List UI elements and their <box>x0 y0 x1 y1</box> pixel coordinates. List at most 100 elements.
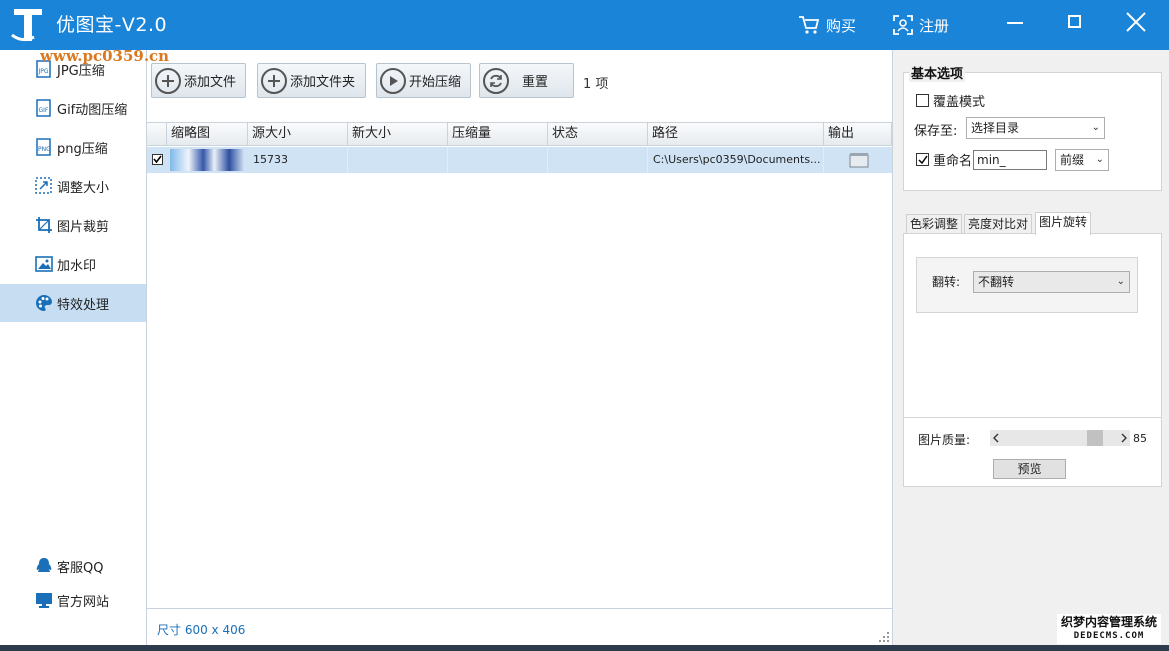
close-icon <box>1126 12 1146 32</box>
flip-select[interactable]: 不翻转 ⌄ <box>973 271 1130 293</box>
flip-box: 翻转: 不翻转 ⌄ <box>916 257 1138 313</box>
overwrite-label: 覆盖模式 <box>933 95 986 110</box>
sidebar-item-qq[interactable]: 客服QQ <box>0 547 146 585</box>
table-row[interactable]: 15733 C:\Users\pc0359\Documents... <box>147 147 892 173</box>
plus-icon <box>155 67 181 94</box>
sidebar-item-website[interactable]: 官方网站 <box>0 581 146 619</box>
svg-text:GIF: GIF <box>39 107 49 114</box>
svg-text:JPG: JPG <box>38 68 49 75</box>
cell-new-size <box>348 147 448 173</box>
tab-color[interactable]: 色彩调整 <box>906 214 963 234</box>
corner-watermark: 织梦内容管理系统 DEDECMS.COM <box>1057 614 1161 644</box>
monitor-icon <box>35 591 53 609</box>
sidebar-item-crop[interactable]: 图片裁剪 <box>0 206 146 244</box>
svg-text:PNG: PNG <box>38 146 51 153</box>
preview-button[interactable]: 预览 <box>993 459 1066 479</box>
col-compression[interactable]: 压缩量 <box>448 123 548 146</box>
start-compress-label: 开始压缩 <box>409 75 462 90</box>
sidebar-item-watermark[interactable]: 加水印 <box>0 245 146 283</box>
sidebar: JPG JPG压缩 GIF Gif动图压缩 PNG png压缩 调整大小 图片裁… <box>0 50 147 645</box>
col-path[interactable]: 路径 <box>648 123 824 146</box>
app-title: 优图宝-V2.0 <box>56 14 168 36</box>
file-table: 缩略图 源大小 新大小 压缩量 状态 路径 输出 15733 C:\Users\… <box>147 122 892 608</box>
rename-mode-select[interactable]: 前缀 ⌄ <box>1055 149 1109 171</box>
save-to-label: 保存至: <box>914 124 958 139</box>
qq-icon <box>35 557 53 575</box>
crop-icon <box>35 216 53 234</box>
gif-icon: GIF <box>35 99 53 117</box>
quality-value: 85 <box>1133 432 1147 445</box>
checkmark-icon <box>917 155 928 164</box>
corner-watermark-line1: 织梦内容管理系统 <box>1060 615 1157 629</box>
checkmark-icon <box>153 155 162 164</box>
add-folder-button[interactable]: 添加文件夹 <box>257 63 366 98</box>
resize-grip-icon[interactable] <box>879 632 889 642</box>
play-icon <box>380 67 406 94</box>
basic-options-title: 基本选项 <box>909 63 966 82</box>
col-thumbnail[interactable]: 缩略图 <box>167 123 248 146</box>
sidebar-item-label: Gif动图压缩 <box>57 102 128 118</box>
chevron-right-icon[interactable] <box>1120 433 1128 443</box>
register-button[interactable]: 注册 <box>893 12 949 38</box>
image-size-text: 尺寸 600 x 406 <box>157 623 246 637</box>
item-count: 1 项 <box>583 77 609 92</box>
sidebar-item-gif[interactable]: GIF Gif动图压缩 <box>0 89 146 127</box>
rename-input[interactable]: min_ <box>973 150 1047 170</box>
rename-checkbox[interactable] <box>916 153 929 166</box>
cart-icon <box>799 16 820 34</box>
cell-path: C:\Users\pc0359\Documents... <box>648 147 824 173</box>
minimize-button[interactable] <box>995 6 1035 38</box>
col-status[interactable]: 状态 <box>548 123 648 146</box>
row-checkbox[interactable] <box>152 154 163 165</box>
chevron-down-icon: ⌄ <box>1116 276 1125 287</box>
overwrite-checkbox[interactable] <box>916 94 929 107</box>
maximize-button[interactable] <box>1055 6 1095 38</box>
close-button[interactable] <box>1116 6 1156 38</box>
minimize-icon <box>1007 22 1023 24</box>
chevron-left-icon[interactable] <box>992 433 1000 443</box>
col-new-size[interactable]: 新大小 <box>348 123 448 146</box>
tab-rotate[interactable]: 图片旋转 <box>1035 212 1092 235</box>
sidebar-item-resize[interactable]: 调整大小 <box>0 167 146 205</box>
save-to-select[interactable]: 选择目录 ⌄ <box>966 117 1105 139</box>
plus-icon <box>261 67 287 94</box>
sidebar-item-label: 图片裁剪 <box>57 219 110 235</box>
col-output[interactable]: 输出 <box>824 123 892 146</box>
sidebar-item-label: 调整大小 <box>57 180 110 196</box>
status-bar: 尺寸 600 x 406 <box>147 608 892 645</box>
toolbar: 添加文件 添加文件夹 开始压缩 重置 1 项 <box>147 50 892 122</box>
cell-compression <box>448 147 548 173</box>
quality-section: 图片质量: 85 预览 <box>903 418 1162 487</box>
tab-brightness[interactable]: 亮度对比对 <box>964 214 1033 234</box>
table-header: 缩略图 源大小 新大小 压缩量 状态 路径 输出 <box>147 123 892 146</box>
rotate-tab-panel: 翻转: 不翻转 ⌄ <box>903 233 1162 418</box>
buy-label: 购买 <box>826 16 857 35</box>
sidebar-item-label: png压缩 <box>57 141 108 157</box>
start-compress-button[interactable]: 开始压缩 <box>376 63 471 98</box>
add-folder-label: 添加文件夹 <box>290 75 356 90</box>
cell-source-size: 15733 <box>248 147 348 173</box>
reset-button[interactable]: 重置 <box>479 63 574 98</box>
chevron-down-icon: ⌄ <box>1091 122 1100 133</box>
thumbnail-image <box>170 149 244 171</box>
reset-label: 重置 <box>522 75 549 90</box>
sidebar-item-label: 加水印 <box>57 258 97 274</box>
chevron-down-icon: ⌄ <box>1095 154 1104 165</box>
sidebar-item-png[interactable]: PNG png压缩 <box>0 128 146 166</box>
add-file-button[interactable]: 添加文件 <box>151 63 246 98</box>
taskbar-strip <box>0 645 1169 651</box>
slider-thumb[interactable] <box>1087 430 1103 446</box>
adjust-tabs: 色彩调整 亮度对比对 图片旋转 <box>903 212 1162 235</box>
col-check <box>147 123 167 146</box>
maximize-icon <box>1068 15 1081 28</box>
sidebar-item-effects[interactable]: 特效处理 <box>0 284 146 322</box>
save-to-value: 选择目录 <box>971 121 1020 135</box>
title-bar: 优图宝-V2.0 购买 注册 <box>0 0 1169 50</box>
options-panel: 覆盖模式 保存至: 选择目录 ⌄ 重命名 min_ 前缀 ⌄ 基本选项 色彩调整… <box>892 50 1169 645</box>
quality-slider[interactable] <box>990 430 1130 446</box>
flip-value: 不翻转 <box>978 275 1015 289</box>
buy-button[interactable]: 购买 <box>798 12 856 38</box>
cell-output[interactable] <box>824 147 892 173</box>
register-label: 注册 <box>919 16 950 35</box>
col-source-size[interactable]: 源大小 <box>248 123 348 146</box>
